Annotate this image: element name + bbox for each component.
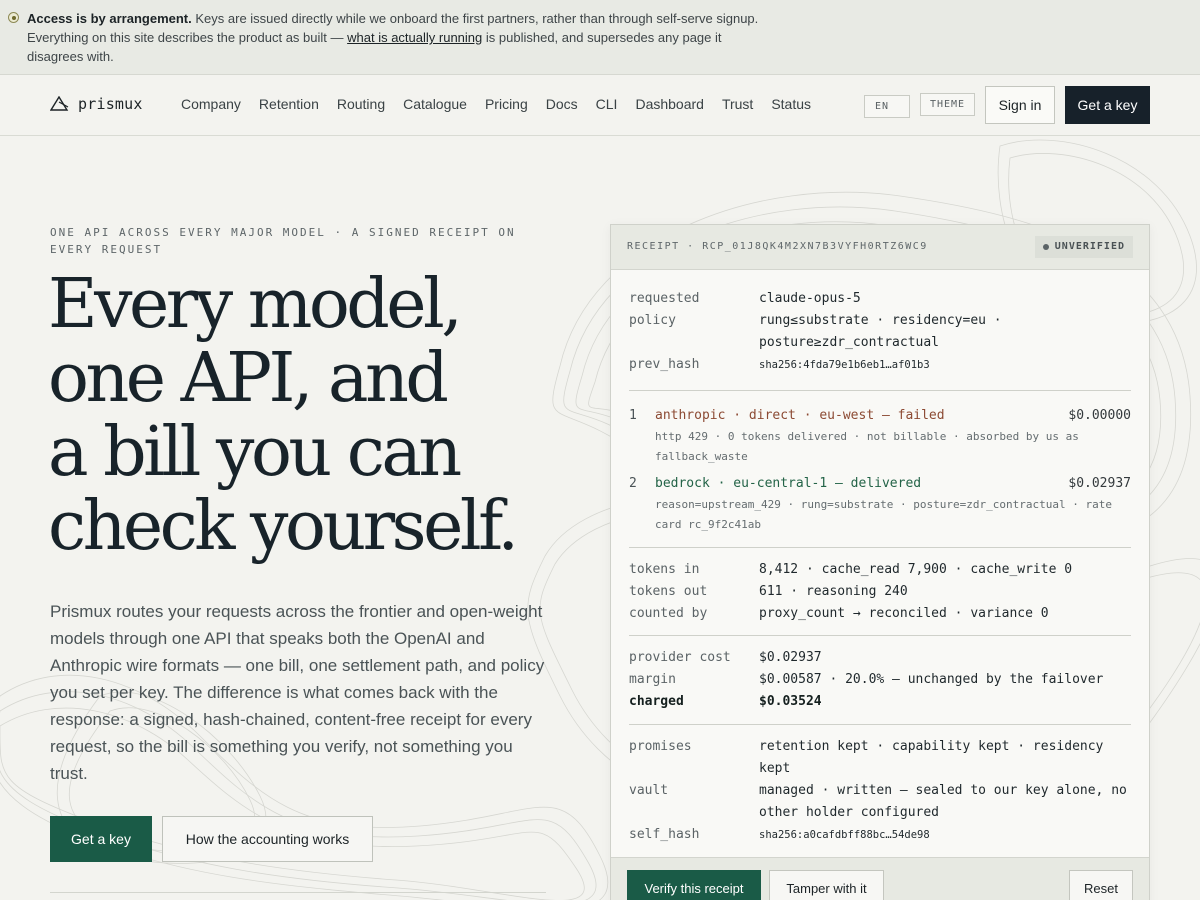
receipt-key: self_hash bbox=[629, 827, 700, 842]
receipt-key: counted by bbox=[629, 606, 708, 621]
announcement-banner: Access is by arrangement. Keys are issue… bbox=[0, 0, 1200, 75]
attempt-main: anthropic · direct · eu-west — failed $0… bbox=[655, 405, 1131, 467]
attempt-item: 1 anthropic · direct · eu-west — failed … bbox=[629, 405, 1131, 467]
divider bbox=[50, 892, 546, 893]
receipt-actions: Verify this receipt Tamper with it Reset bbox=[611, 857, 1149, 900]
receipt-row: counted by proxy_count → reconciled · va… bbox=[629, 603, 1131, 625]
nav-status[interactable]: Status bbox=[771, 96, 811, 112]
receipt-key: requested bbox=[629, 291, 700, 306]
main-nav: Company Retention Routing Catalogue Pric… bbox=[181, 96, 811, 112]
attempt-detail: http 429 · 0 tokens delivered · not bill… bbox=[655, 430, 1079, 463]
receipt-row: prev_hash sha256:4fda79e1b6eb1…af01b3 bbox=[629, 354, 1131, 376]
attempt-number: 1 bbox=[629, 408, 637, 423]
hero-description: Prismux routes your requests across the … bbox=[50, 602, 545, 783]
receipt-value: managed · written — sealed to our key al… bbox=[759, 783, 1127, 820]
attempt-line: anthropic · direct · eu-west — failed $0… bbox=[655, 405, 1131, 427]
receipt-key: prev_hash bbox=[629, 357, 700, 372]
receipt-costs-section: provider cost $0.02937 margin $0.00587 ·… bbox=[629, 636, 1131, 725]
hero-title-line: Every model, bbox=[48, 265, 463, 344]
receipt-tokens-section: tokens in 8,412 · cache_read 7,900 · cac… bbox=[629, 548, 1131, 636]
banner-text: Access is by arrangement. Keys are issue… bbox=[27, 9, 767, 66]
attempt-line: bedrock · eu-central-1 — delivered $0.02… bbox=[655, 473, 1131, 495]
receipt-attempts-section: 1 anthropic · direct · eu-west — failed … bbox=[629, 391, 1131, 548]
hero-title: Every model, one API, and a bill you can… bbox=[48, 268, 578, 564]
nav-pricing[interactable]: Pricing bbox=[485, 96, 528, 112]
receipt-row: tokens in 8,412 · cache_read 7,900 · cac… bbox=[629, 559, 1131, 581]
receipt-value: rung≤substrate · residency=eu · posture≥… bbox=[759, 313, 1002, 350]
receipt-value: sha256:a0cafdbff88bc…54de98 bbox=[759, 829, 930, 841]
receipt-key: policy bbox=[629, 313, 676, 328]
tamper-button[interactable]: Tamper with it bbox=[769, 870, 884, 900]
banner-bold: Access is by arrangement. bbox=[27, 11, 192, 26]
reset-button[interactable]: Reset bbox=[1069, 870, 1133, 900]
hero-title-line: a bill you can bbox=[48, 413, 462, 492]
attempt-amount: $0.02937 bbox=[1068, 476, 1131, 491]
receipt-row: tokens out 611 · reasoning 240 bbox=[629, 581, 1131, 603]
receipt-value: 611 · reasoning 240 bbox=[759, 584, 908, 599]
sign-in-button[interactable]: Sign in bbox=[985, 86, 1055, 124]
attempt-main: bedrock · eu-central-1 — delivered $0.02… bbox=[655, 473, 1131, 535]
receipt-value: $0.02937 bbox=[759, 650, 822, 665]
receipt-key: promises bbox=[629, 739, 692, 754]
receipt-row: vault managed · written — sealed to our … bbox=[629, 780, 1131, 824]
accounting-link-button[interactable]: How the accounting works bbox=[162, 816, 373, 862]
receipt-status-badge: UNVERIFIED bbox=[1034, 236, 1133, 258]
get-key-header-button[interactable]: Get a key bbox=[1065, 86, 1150, 124]
banner-link[interactable]: what is actually running bbox=[347, 30, 482, 45]
receipt-key: charged bbox=[629, 694, 684, 709]
attempt-detail: reason=upstream_429 · rung=substrate · p… bbox=[655, 498, 1112, 531]
receipt-card: RECEIPT · RCP_01J8QK4M2XN7B3VYFH0RTZ6WC9… bbox=[610, 224, 1150, 900]
attempt-item: 2 bedrock · eu-central-1 — delivered $0.… bbox=[629, 473, 1131, 535]
receipt-value: proxy_count → reconciled · variance 0 bbox=[759, 606, 1049, 621]
nav-cli[interactable]: CLI bbox=[596, 96, 618, 112]
receipt-promises-section: promises retention kept · capability kep… bbox=[629, 725, 1131, 856]
receipt-value: claude-opus-5 bbox=[759, 291, 861, 306]
nav-retention[interactable]: Retention bbox=[259, 96, 319, 112]
nav-dashboard[interactable]: Dashboard bbox=[635, 96, 704, 112]
nav-company[interactable]: Company bbox=[181, 96, 241, 112]
nav-routing[interactable]: Routing bbox=[337, 96, 385, 112]
receipt-row: policy rung≤substrate · residency=eu · p… bbox=[629, 310, 1131, 354]
receipt-id: RECEIPT · RCP_01J8QK4M2XN7B3VYFH0RTZ6WC9 bbox=[627, 241, 928, 252]
theme-toggle[interactable]: THEME bbox=[920, 93, 975, 116]
receipt-value: $0.00587 · 20.0% — unchanged by the fail… bbox=[759, 672, 1104, 687]
receipt-key: provider cost bbox=[629, 650, 731, 665]
site-header: prismux Company Retention Routing Catalo… bbox=[0, 75, 1200, 136]
receipt-header: RECEIPT · RCP_01J8QK4M2XN7B3VYFH0RTZ6WC9… bbox=[611, 225, 1149, 270]
receipt-meta-section: requested claude-opus-5 policy rung≤subs… bbox=[629, 270, 1131, 391]
receipt-row: promises retention kept · capability kep… bbox=[629, 736, 1131, 780]
receipt-row: requested claude-opus-5 bbox=[629, 288, 1131, 310]
attempt-amount: $0.00000 bbox=[1068, 408, 1131, 423]
prism-logo-icon bbox=[50, 96, 69, 111]
receipt-value: 8,412 · cache_read 7,900 · cache_write 0 bbox=[759, 562, 1073, 577]
attempt-route: anthropic · direct · eu-west — failed bbox=[655, 408, 945, 423]
receipt-row: charged $0.03524 bbox=[629, 691, 1131, 713]
status-dot-icon bbox=[8, 12, 19, 23]
receipt-key: tokens out bbox=[629, 584, 708, 599]
hero-title-line: check yourself. bbox=[48, 487, 519, 566]
get-key-button[interactable]: Get a key bbox=[50, 816, 152, 862]
receipt-value: retention kept · capability kept · resid… bbox=[759, 739, 1104, 776]
nav-docs[interactable]: Docs bbox=[546, 96, 578, 112]
nav-trust[interactable]: Trust bbox=[722, 96, 753, 112]
receipt-value: $0.03524 bbox=[759, 694, 822, 709]
logo-text: prismux bbox=[78, 95, 143, 113]
receipt-key: tokens in bbox=[629, 562, 700, 577]
attempt-number: 2 bbox=[629, 476, 637, 491]
receipt-value: sha256:4fda79e1b6eb1…af01b3 bbox=[759, 359, 930, 371]
attempt-route: bedrock · eu-central-1 — delivered bbox=[655, 476, 922, 491]
hero-eyebrow: ONE API ACROSS EVERY MAJOR MODEL · A SIG… bbox=[50, 226, 516, 256]
receipt-key: margin bbox=[629, 672, 676, 687]
receipt-row: provider cost $0.02937 bbox=[629, 647, 1131, 669]
verify-receipt-button[interactable]: Verify this receipt bbox=[627, 870, 761, 900]
nav-catalogue[interactable]: Catalogue bbox=[403, 96, 467, 112]
receipt-row: margin $0.00587 · 20.0% — unchanged by t… bbox=[629, 669, 1131, 691]
hero-title-line: one API, and bbox=[48, 339, 449, 418]
receipt-key: vault bbox=[629, 783, 669, 798]
logo[interactable]: prismux bbox=[50, 95, 143, 113]
receipt-row: self_hash sha256:a0cafdbff88bc…54de98 bbox=[629, 824, 1131, 846]
receipt-body: requested claude-opus-5 policy rung≤subs… bbox=[611, 270, 1149, 856]
language-select[interactable]: EN bbox=[864, 95, 910, 118]
